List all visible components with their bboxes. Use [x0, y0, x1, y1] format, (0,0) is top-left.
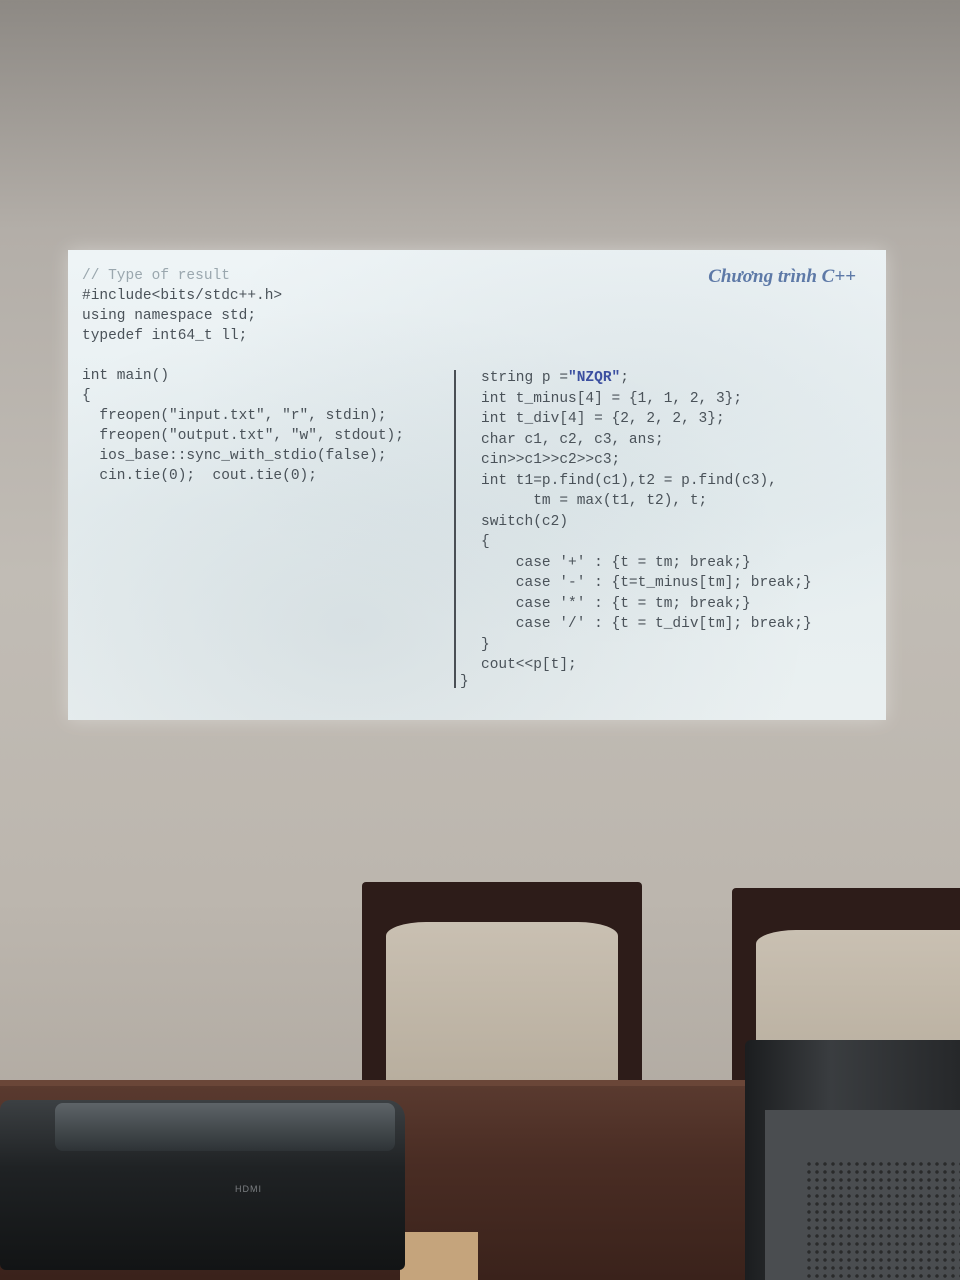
code-line: {	[481, 534, 490, 550]
code-line: case '+' : {t = tm; break;}	[481, 554, 751, 571]
cardboard-box	[400, 1232, 478, 1280]
code-line: typedef int64_t ll;	[82, 328, 248, 344]
code-line: case '/' : {t = t_div[tm]; break;}	[481, 616, 812, 632]
code-line: int main()	[82, 368, 170, 384]
code-line: case '-' : {t=t_minus[tm]; break;}	[481, 575, 812, 591]
code-token: string p =	[481, 370, 569, 386]
code-token: ;	[620, 370, 629, 386]
code-line: switch(c2)	[481, 513, 569, 530]
code-line: }	[481, 636, 490, 653]
code-right-column: string p ="NZQR"; int t_minus[4] = {1, 1…	[481, 368, 812, 676]
code-line: cin.tie(0); cout.tie(0);	[82, 468, 317, 484]
code-line: int t1=p.find(c1),t2 = p.find(c3),	[481, 472, 777, 489]
projector-top-panel	[55, 1103, 395, 1151]
room-scene: Chương trình C++ // Type of result #incl…	[0, 0, 960, 1280]
code-line: cin>>c1>>c2>>c3;	[481, 452, 621, 468]
code-line: int t_div[4] = {2, 2, 2, 3};	[481, 411, 725, 427]
closing-brace: }	[460, 674, 469, 690]
column-divider	[454, 370, 456, 688]
chair-backrest	[386, 922, 618, 1092]
code-line: #include<bits/stdc++.h>	[82, 288, 283, 304]
code-line: case '*' : {t = tm; break;}	[481, 595, 751, 612]
chair-left	[362, 882, 642, 1092]
code-comment: // Type of result	[82, 268, 230, 284]
code-line: tm = max(t1, t2), t;	[481, 493, 708, 509]
code-line: freopen("input.txt", "r", stdin);	[82, 408, 387, 424]
string-literal: "NZQR"	[568, 370, 621, 386]
code-line: int t_minus[4] = {1, 1, 2, 3};	[481, 390, 743, 407]
code-line: {	[82, 388, 91, 404]
code-left-column: // Type of result #include<bits/stdc++.h…	[82, 266, 404, 486]
code-line: cout<<p[t];	[481, 657, 577, 673]
projected-slide: Chương trình C++ // Type of result #incl…	[68, 250, 886, 720]
code-line: ios_base::sync_with_stdio(false);	[82, 448, 387, 464]
code-line: using namespace std;	[82, 308, 257, 324]
code-line: char c1, c2, c3, ans;	[481, 431, 664, 448]
slide-title: Chương trình C++	[708, 266, 856, 287]
projector-port-label: HDMI	[235, 1184, 262, 1194]
computer-vent-grill	[805, 1160, 960, 1280]
code-line: freopen("output.txt", "w", stdout);	[82, 428, 404, 444]
